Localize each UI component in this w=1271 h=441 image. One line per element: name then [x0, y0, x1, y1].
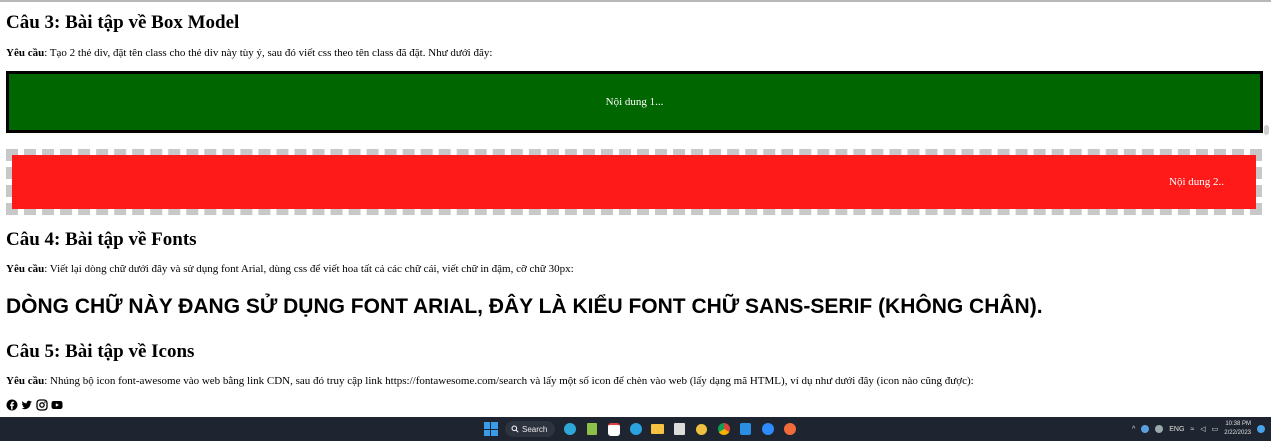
requirement-text: : Tạo 2 thẻ div, đặt tên class cho thẻ d… — [44, 47, 493, 59]
clock[interactable]: 10:38 PM 2/22/2023 — [1224, 420, 1251, 438]
date-text: 2/22/2023 — [1224, 430, 1251, 436]
notepad-icon[interactable] — [584, 422, 599, 437]
chat-icon[interactable] — [606, 422, 621, 437]
section4-heading: Câu 4: Bài tập về Fonts — [6, 229, 197, 250]
wifi-icon[interactable]: ≈ — [1190, 426, 1194, 433]
requirement-text: : Viết lại dòng chữ dưới đây và sử dụng … — [44, 263, 574, 275]
tray-app-icon[interactable] — [1155, 425, 1164, 433]
scrollbar-thumb[interactable] — [1264, 125, 1269, 135]
box1-green: Nội dung 1... — [6, 71, 1263, 133]
box2-text: Nội dung 2.. — [1169, 176, 1224, 188]
chrome-icon[interactable] — [716, 422, 731, 437]
requirement-label: Yêu cầu — [6, 263, 45, 275]
twitter-icon[interactable] — [21, 398, 33, 410]
zoom-icon[interactable] — [760, 422, 775, 437]
notification-icon[interactable] — [1257, 425, 1265, 433]
edge-icon[interactable] — [562, 422, 577, 437]
battery-icon[interactable]: ▭ — [1212, 425, 1219, 433]
system-tray: ^ ENG ≈ ◁ ▭ 10:38 PM 2/22/2023 — [1132, 420, 1265, 438]
requirement-text: : Nhúng bộ icon font-awesome vào web bằn… — [44, 375, 974, 387]
arial-sample-text: Dòng chữ này đang sử dụng font Arial, đâ… — [6, 295, 1043, 318]
section4-requirement: Yêu cầu: Viết lại dòng chữ dưới đây và s… — [6, 263, 574, 275]
taskbar: Search ^ ENG ≈ ◁ ▭ 10:38 PM 2/22/2023 — [0, 417, 1271, 441]
speaker-icon[interactable]: ◁ — [1200, 425, 1205, 433]
section3-requirement: Yêu cầu: Tạo 2 thẻ div, đặt tên class ch… — [6, 47, 492, 59]
requirement-label: Yêu cầu — [6, 47, 45, 59]
section3-heading: Câu 3: Bài tập về Box Model — [6, 12, 240, 33]
editor-icon[interactable] — [672, 422, 687, 437]
browser-icon[interactable] — [782, 422, 797, 437]
search-label: Search — [522, 424, 548, 434]
search-icon — [511, 425, 519, 433]
box1-text: Nội dung 1... — [605, 96, 664, 108]
box2-red: Nội dung 2.. — [12, 155, 1256, 209]
time-text: 10:38 PM — [1225, 421, 1251, 427]
chevron-up-icon[interactable]: ^ — [1132, 426, 1135, 433]
section5-requirement: Yêu cầu: Nhúng bộ icon font-awesome vào … — [6, 375, 974, 387]
box2-dashed-border: Nội dung 2.. — [6, 149, 1262, 215]
requirement-label: Yêu cầu — [6, 375, 45, 387]
start-icon[interactable] — [483, 422, 498, 437]
onedrive-icon[interactable] — [1141, 425, 1150, 433]
social-icons — [6, 398, 63, 411]
snip-icon[interactable] — [694, 422, 709, 437]
top-border — [0, 0, 1271, 2]
search-button[interactable]: Search — [505, 421, 556, 437]
vscode-icon[interactable] — [738, 422, 753, 437]
taskbar-apps: Search — [483, 421, 797, 437]
instagram-icon[interactable] — [36, 398, 48, 411]
section5-heading: Câu 5: Bài tập về Icons — [6, 341, 195, 362]
telegram-icon[interactable] — [628, 422, 643, 437]
facebook-icon[interactable] — [6, 398, 18, 411]
language-indicator[interactable]: ENG — [1169, 426, 1184, 433]
file-explorer-icon[interactable] — [650, 422, 665, 437]
youtube-icon[interactable] — [51, 398, 63, 410]
